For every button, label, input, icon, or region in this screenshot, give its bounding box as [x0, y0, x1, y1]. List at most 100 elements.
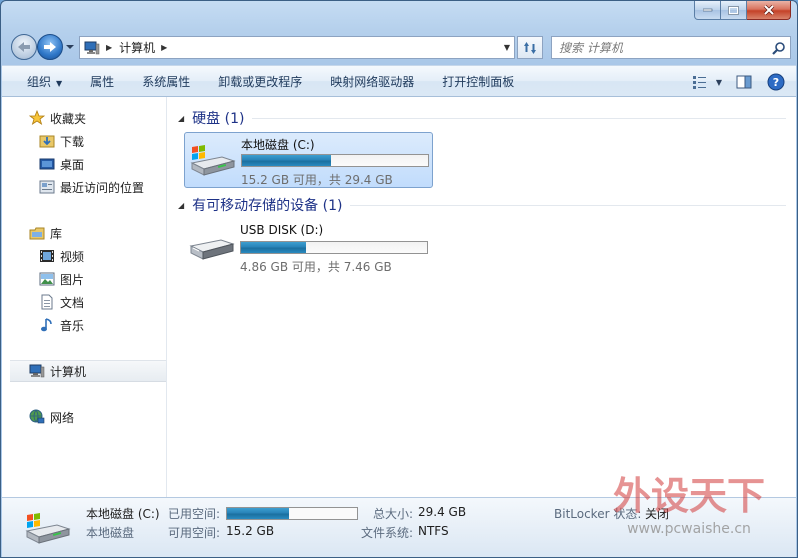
refresh-button[interactable]	[517, 36, 543, 59]
sidebar-item-desktop[interactable]: 桌面	[2, 153, 166, 175]
address-bar[interactable]: ▶ 计算机 ▶ ▼	[79, 36, 515, 59]
navigation-pane: 收藏夹 下载 桌面 最近访问的位置 库 视频 图片 文档 音乐 计算机 网络	[2, 97, 167, 497]
breadcrumb-separator[interactable]: ▶	[161, 43, 167, 52]
sidebar-item-documents[interactable]: 文档	[2, 291, 166, 313]
sidebar-item-label: 下载	[60, 134, 85, 149]
details-used-label: 已用空间:	[168, 507, 221, 521]
computer-icon	[84, 41, 100, 54]
details-total-value: 29.4 GB	[418, 505, 467, 519]
search-input[interactable]	[559, 40, 759, 55]
sidebar-item-label: 文档	[60, 295, 85, 310]
drive-free-space: 15.2 GB 可用，共 29.4 GB	[241, 173, 393, 187]
arrow-right-icon	[44, 42, 56, 52]
map-network-drive-button[interactable]: 映射网络驱动器	[316, 73, 428, 90]
details-drive-name: 本地磁盘 (C:)	[86, 507, 160, 521]
pictures-icon	[39, 271, 55, 287]
sidebar-item-music[interactable]: 音乐	[2, 314, 166, 336]
change-view-button[interactable]: ▼	[690, 71, 724, 93]
group-header-removable[interactable]: ◢ 有可移动存储的设备 (1)	[178, 195, 786, 215]
document-icon	[39, 294, 55, 310]
group-title: 有可移动存储的设备 (1)	[192, 198, 343, 214]
main-pane: ◢ 硬盘 (1) 本地磁盘 (C:) 15.2 GB 可用，共 29.4 GB	[168, 97, 796, 497]
organize-menu[interactable]: 组织 ▼	[2, 73, 76, 90]
group-header-hard-disks[interactable]: ◢ 硬盘 (1)	[178, 108, 786, 128]
breadcrumb-separator[interactable]: ▶	[106, 43, 112, 52]
details-fs-value: NTFS	[418, 524, 449, 538]
preview-pane-button[interactable]	[732, 71, 756, 93]
libraries-icon	[29, 225, 45, 241]
minimize-icon	[702, 8, 712, 12]
sidebar-item-downloads[interactable]: 下载	[2, 130, 166, 152]
forward-button[interactable]	[37, 34, 63, 60]
search-icon[interactable]	[772, 41, 786, 55]
command-bar: 组织 ▼ 属性 系统属性 卸载或更改程序 映射网络驱动器 打开控制面板 ▼ ?	[2, 65, 796, 97]
collapse-triangle-icon[interactable]: ◢	[178, 114, 184, 123]
collapse-triangle-icon[interactable]: ◢	[178, 201, 184, 210]
drive-item-d[interactable]: USB DISK (D:) 4.86 GB 可用，共 7.46 GB	[184, 220, 433, 276]
computer-icon	[29, 363, 45, 379]
sidebar-item-label: 库	[50, 226, 63, 241]
organize-label: 组织	[27, 74, 52, 89]
drive-free-space: 4.86 GB 可用，共 7.46 GB	[240, 260, 392, 274]
drive-name: 本地磁盘 (C:)	[241, 138, 315, 152]
view-tools: ▼ ?	[690, 70, 796, 94]
group-divider	[252, 117, 786, 119]
recent-pages-dropdown[interactable]	[65, 42, 75, 52]
help-button[interactable]: ?	[764, 71, 788, 93]
open-control-panel-button[interactable]: 打开控制面板	[428, 73, 528, 90]
details-fs-label: 文件系统:	[361, 526, 414, 540]
properties-button[interactable]: 属性	[76, 73, 128, 90]
details-total-label: 总大小:	[373, 507, 414, 521]
navigation-bar: ▶ 计算机 ▶ ▼	[7, 33, 791, 61]
details-free-value: 15.2 GB	[226, 524, 275, 538]
drive-usage-fill	[242, 155, 332, 166]
maximize-button[interactable]	[721, 1, 747, 20]
preview-pane-icon	[736, 75, 752, 89]
help-icon: ?	[767, 73, 785, 91]
close-button[interactable]	[747, 1, 791, 20]
music-note-icon	[39, 317, 55, 333]
address-history-dropdown[interactable]: ▼	[504, 43, 510, 52]
chevron-down-icon: ▼	[56, 78, 63, 88]
drive-name: USB DISK (D:)	[240, 223, 324, 237]
breadcrumb-computer[interactable]: 计算机	[119, 39, 155, 56]
uninstall-program-button[interactable]: 卸载或更改程序	[204, 73, 316, 90]
sidebar-item-favorites[interactable]: 收藏夹	[2, 107, 166, 129]
downloads-folder-icon	[39, 133, 55, 149]
refresh-icon	[524, 41, 536, 54]
sidebar-item-label: 计算机	[50, 364, 87, 379]
sidebar-item-videos[interactable]: 视频	[2, 245, 166, 267]
details-usage-bar	[226, 507, 358, 520]
window-controls	[694, 1, 791, 20]
watermark-url: www.pcwaishe.cn	[627, 521, 751, 537]
sidebar-item-label: 网络	[50, 410, 75, 425]
arrow-left-icon	[18, 42, 30, 52]
chevron-down-icon	[66, 45, 74, 49]
group-divider	[350, 204, 786, 206]
sidebar-item-pictures[interactable]: 图片	[2, 268, 166, 290]
sidebar-item-label: 图片	[60, 272, 85, 287]
explorer-window: ▶ 计算机 ▶ ▼ 组织 ▼ 属性 系统属性 卸载或更改程序 映射网络驱动器 打开…	[0, 0, 798, 558]
sidebar-item-recent-places[interactable]: 最近访问的位置	[2, 176, 166, 198]
sidebar-item-libraries[interactable]: 库	[2, 222, 166, 244]
usb-drive-icon	[189, 239, 235, 260]
view-list-icon	[692, 76, 706, 89]
content-area: 收藏夹 下载 桌面 最近访问的位置 库 视频 图片 文档 音乐 计算机 网络 ◢…	[2, 97, 796, 497]
drive-usage-bar	[240, 241, 428, 254]
windows-drive-icon	[190, 145, 236, 176]
minimize-button[interactable]	[694, 1, 721, 20]
sidebar-item-computer[interactable]: 计算机	[10, 360, 166, 382]
system-properties-button[interactable]: 系统属性	[128, 73, 204, 90]
sidebar-item-network[interactable]: 网络	[2, 406, 166, 428]
details-free-label: 可用空间:	[168, 526, 221, 540]
details-drive-type: 本地磁盘	[86, 526, 135, 540]
sidebar-item-label: 收藏夹	[50, 111, 87, 126]
drive-usage-fill	[241, 242, 307, 253]
maximize-icon	[728, 5, 739, 15]
video-icon	[39, 248, 55, 264]
search-box[interactable]	[551, 36, 791, 59]
drive-item-c[interactable]: 本地磁盘 (C:) 15.2 GB 可用，共 29.4 GB	[184, 132, 433, 188]
sidebar-item-label: 最近访问的位置	[60, 180, 145, 195]
desktop-icon	[39, 156, 55, 172]
back-button[interactable]	[11, 34, 37, 60]
